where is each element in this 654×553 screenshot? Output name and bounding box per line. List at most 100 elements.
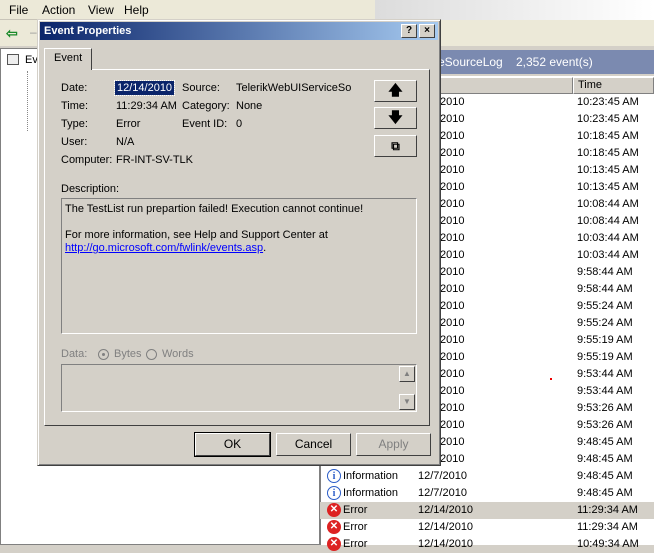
user-label: User: [61, 136, 88, 148]
row-time: 9:53:44 AM [577, 368, 633, 380]
error-icon: ✕ [327, 520, 341, 534]
row-time: 9:48:45 AM [577, 436, 633, 448]
menu-file[interactable]: File [9, 3, 28, 17]
row-date: /2010 [437, 453, 465, 465]
row-time: 9:53:26 AM [577, 402, 633, 414]
row-date: 12/7/2010 [418, 470, 467, 482]
row-time: 9:55:24 AM [577, 300, 633, 312]
row-time: 10:23:45 AM [577, 113, 639, 125]
row-type: Error [343, 504, 368, 516]
ok-button[interactable]: OK [194, 432, 271, 457]
description-help-text: For more information, see Help and Suppo… [65, 229, 328, 241]
row-time: 10:49:34 AM [577, 538, 639, 550]
forward-arrow-icon[interactable]: – [30, 25, 37, 39]
row-time: 10:03:44 AM [577, 249, 639, 261]
log-name: eSourceLog [438, 55, 503, 69]
row-date: 12/14/2010 [418, 504, 474, 516]
previous-event-button[interactable]: 🡅 [374, 80, 417, 102]
row-date: /2010 [437, 436, 465, 448]
information-icon: i [327, 486, 341, 500]
time-label: Time: [61, 100, 89, 112]
data-box[interactable] [61, 364, 417, 412]
row-time: 9:48:45 AM [577, 487, 633, 499]
event-id-label: Event ID: [182, 118, 228, 130]
row-date: /2010 [437, 317, 465, 329]
row-time: 9:48:45 AM [577, 470, 633, 482]
row-date: /2010 [437, 266, 465, 278]
error-icon: ✕ [327, 537, 341, 551]
row-date: /2010 [437, 164, 465, 176]
row-time: 10:18:45 AM [577, 147, 639, 159]
row-date: /2010 [437, 215, 465, 227]
tab-event[interactable]: Event [44, 48, 92, 70]
row-date: /2010 [437, 402, 465, 414]
row-time: 10:03:44 AM [577, 232, 639, 244]
help-link[interactable]: http://go.microsoft.com/fwlink/events.as… [65, 242, 263, 254]
user-value: N/A [116, 136, 135, 148]
row-time: 10:23:45 AM [577, 96, 639, 108]
apply-button[interactable]: Apply [356, 433, 431, 456]
row-time: 9:48:45 AM [577, 453, 633, 465]
row-date: /2010 [437, 351, 465, 363]
category-label: Category: [182, 100, 230, 112]
table-row[interactable]: ✕ Error 12/14/2010 11:29:34 AM [320, 502, 654, 519]
scroll-down-icon[interactable]: ▼ [399, 394, 415, 410]
error-icon: ✕ [327, 503, 341, 517]
row-time: 9:55:24 AM [577, 317, 633, 329]
menu-help[interactable]: Help [124, 3, 149, 17]
event-viewer-icon [7, 54, 19, 65]
description-end: . [263, 242, 267, 254]
dialog-title: Event Properties [40, 22, 438, 40]
information-icon: i [327, 469, 341, 483]
table-row[interactable]: ✕ Error 12/14/2010 11:29:34 AM [320, 519, 654, 536]
close-button[interactable]: × [419, 24, 435, 38]
menu-action[interactable]: Action [42, 3, 75, 17]
row-time: 10:08:44 AM [577, 215, 639, 227]
copy-button[interactable]: ⧉ [374, 135, 417, 157]
row-time: 10:08:44 AM [577, 198, 639, 210]
tree-root-label[interactable]: Ev [25, 54, 38, 66]
arrow-down-icon: 🡇 [388, 109, 403, 125]
row-date: /2010 [437, 113, 465, 125]
next-event-button[interactable]: 🡇 [374, 107, 417, 129]
row-time: 9:58:44 AM [577, 266, 633, 278]
row-type: Information [343, 487, 399, 499]
row-time: 9:58:44 AM [577, 283, 633, 295]
description-box[interactable]: The TestList run prepartion failed! Exec… [61, 198, 417, 334]
bytes-radio[interactable] [98, 349, 109, 360]
row-date: /2010 [437, 96, 465, 108]
category-value: None [236, 100, 263, 112]
background-window-title [375, 0, 654, 20]
marker-dot [550, 378, 552, 380]
table-row[interactable]: i Information 12/7/2010 9:48:45 AM [320, 485, 654, 502]
row-time: 9:55:19 AM [577, 334, 633, 346]
source-label: Source: [182, 82, 220, 94]
row-date: /2010 [437, 368, 465, 380]
row-date: 12/14/2010 [418, 538, 474, 550]
row-date: /2010 [437, 283, 465, 295]
back-arrow-icon[interactable]: ⇦ [6, 25, 18, 42]
type-label: Type: [61, 118, 88, 130]
column-header-time[interactable]: Time [573, 77, 654, 94]
column-header-date[interactable] [438, 77, 573, 94]
menu-view[interactable]: View [88, 3, 114, 17]
words-radio[interactable] [146, 349, 157, 360]
row-date: 12/14/2010 [418, 521, 474, 533]
row-date: /2010 [437, 385, 465, 397]
computer-label: Computer: [61, 154, 113, 166]
row-time: 11:29:34 AM [577, 521, 638, 533]
row-time: 11:29:34 AM [577, 504, 638, 516]
table-row[interactable]: i Information 12/7/2010 9:48:45 AM [320, 468, 654, 485]
row-date: /2010 [437, 147, 465, 159]
row-date: /2010 [437, 130, 465, 142]
cancel-button[interactable]: Cancel [276, 433, 351, 456]
row-time: 10:18:45 AM [577, 130, 639, 142]
row-time: 9:53:44 AM [577, 385, 633, 397]
help-button[interactable]: ? [401, 24, 417, 38]
scroll-up-icon[interactable]: ▲ [399, 366, 415, 382]
row-type: Error [343, 538, 368, 550]
source-value: TelerikWebUIServiceSo [236, 82, 352, 94]
date-value[interactable]: 12/14/2010 [113, 80, 176, 96]
arrow-up-icon: 🡅 [388, 82, 403, 98]
event-id-value: 0 [236, 118, 243, 130]
